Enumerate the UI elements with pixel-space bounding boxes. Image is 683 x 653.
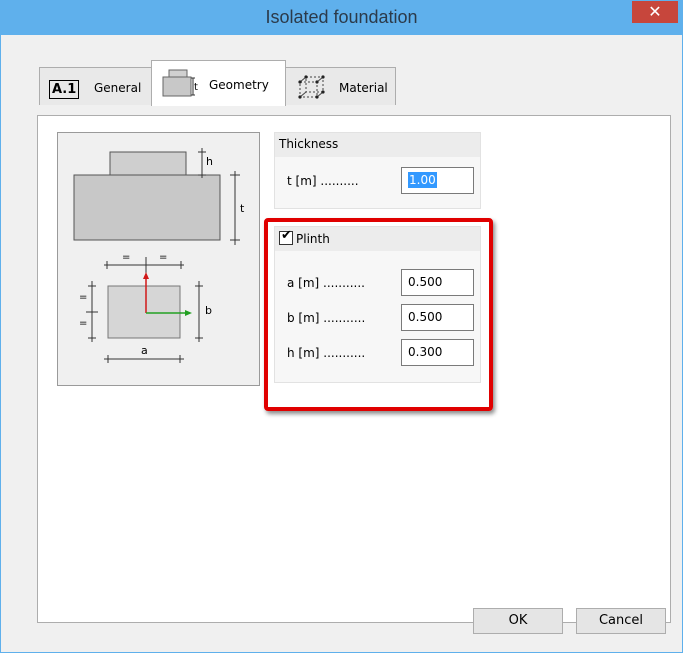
plinth-h-label: h [m] ........... — [287, 346, 366, 360]
checkmark-icon: ✔ — [281, 228, 292, 243]
sketch-label-h: h — [206, 155, 213, 168]
sketch-eq-side-bottom: = — [79, 318, 88, 329]
thickness-t-input[interactable]: 1.00 — [401, 167, 474, 194]
sketch-eq-side-top: = — [79, 292, 88, 303]
tab-general-label: General — [94, 81, 142, 95]
plinth-group: ✔ Plinth a [m] ........... 0.500 b [m] ..… — [274, 226, 481, 383]
title-bar[interactable]: Isolated foundation ✕ — [1, 1, 682, 35]
dialog-body: A.1 General t Geometry Material h t = = … — [9, 35, 674, 644]
foundation-sketch: h t = = = = b a — [57, 132, 260, 386]
plinth-header: ✔ Plinth — [275, 227, 480, 251]
thickness-group: Thickness t [m] .......... 1.00 — [274, 132, 481, 209]
plinth-b-label: b [m] ........... — [287, 311, 366, 325]
thickness-title: Thickness — [275, 133, 480, 157]
geometry-icon: t — [162, 69, 198, 97]
tab-material-label: Material — [339, 81, 388, 95]
material-icon — [298, 75, 325, 99]
thickness-t-value: 1.00 — [408, 172, 437, 188]
tab-material[interactable]: Material — [284, 67, 396, 105]
plinth-title: Plinth — [296, 232, 330, 246]
thickness-t-label: t [m] .......... — [287, 174, 359, 188]
svg-text:t: t — [194, 82, 198, 93]
sketch-label-a: a — [141, 344, 148, 357]
general-tab-icon: A.1 — [49, 80, 80, 99]
tab-geometry[interactable]: t Geometry — [151, 60, 286, 106]
tab-geometry-label: Geometry — [209, 78, 269, 92]
cancel-button[interactable]: Cancel — [576, 608, 666, 634]
tab-general[interactable]: A.1 General — [39, 67, 153, 105]
ok-button[interactable]: OK — [473, 608, 563, 634]
plinth-checkbox[interactable]: ✔ — [279, 228, 293, 245]
geometry-panel: h t = = = = b a Thickness t [m] ........… — [37, 115, 671, 623]
window-title: Isolated foundation — [265, 7, 418, 27]
plinth-a-input[interactable]: 0.500 — [401, 269, 474, 296]
sketch-eq-top-left: = — [122, 252, 131, 263]
plinth-a-label: a [m] ........... — [287, 276, 365, 290]
sketch-eq-top-right: = — [159, 252, 168, 263]
sketch-label-b: b — [205, 304, 212, 317]
sketch-label-t: t — [240, 202, 245, 215]
plinth-h-input[interactable]: 0.300 — [401, 339, 474, 366]
dialog-window: Isolated foundation ✕ A.1 General t Geom… — [0, 0, 683, 653]
plinth-b-input[interactable]: 0.500 — [401, 304, 474, 331]
close-button[interactable]: ✕ — [632, 1, 678, 23]
